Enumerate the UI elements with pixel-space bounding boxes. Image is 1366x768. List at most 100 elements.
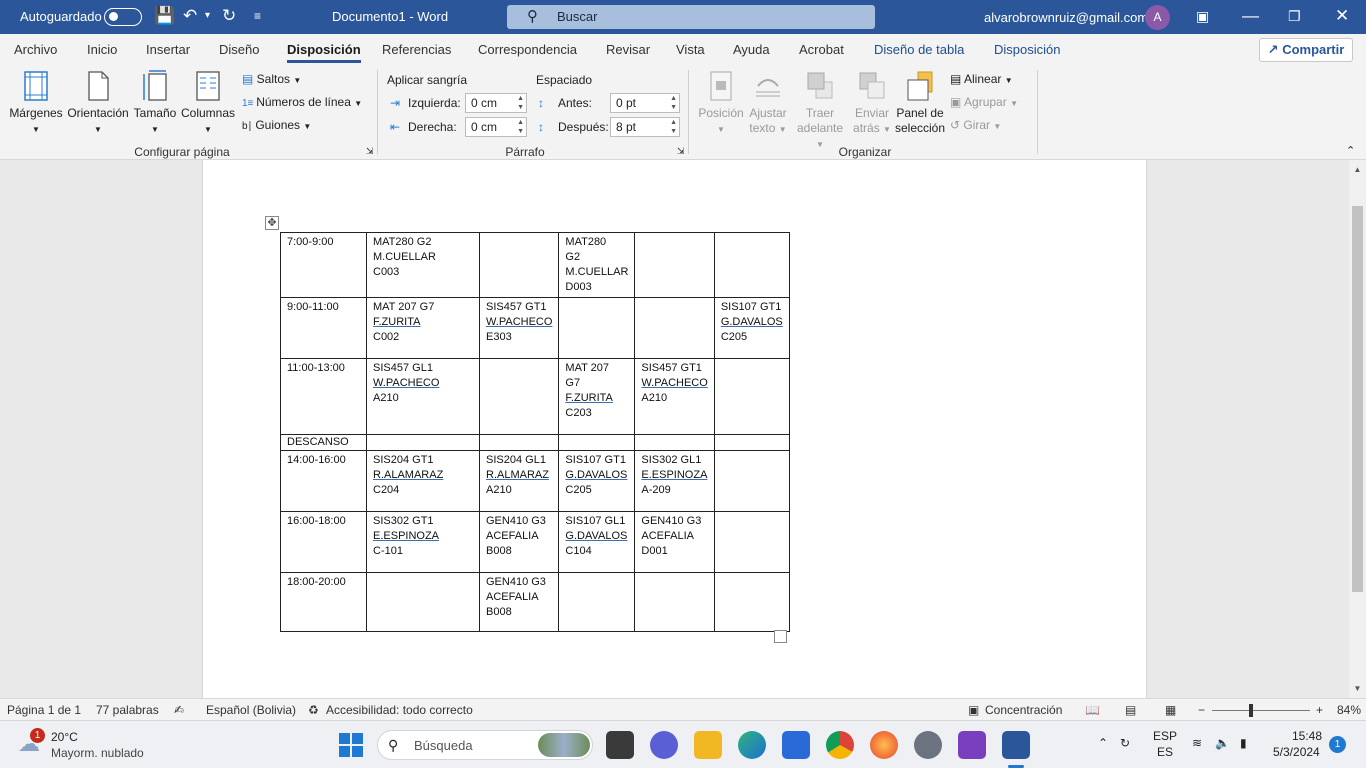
search-box[interactable]: ⚲ Buscar <box>507 5 875 29</box>
table-cell[interactable] <box>634 297 715 359</box>
table-cell[interactable]: GEN410 G3 ACEFALIA B008 <box>478 572 560 632</box>
position-button[interactable]: Posición ▼ <box>696 70 746 137</box>
table-cell[interactable] <box>713 511 790 573</box>
line-numbers-button[interactable]: 1≡ Números de línea ▼ <box>242 95 362 109</box>
scroll-up-icon[interactable]: ▲ <box>1352 165 1363 174</box>
tab-insertar[interactable]: Insertar <box>146 42 190 57</box>
table-cell[interactable] <box>713 434 790 451</box>
proofing-icon[interactable]: ✍ <box>174 703 184 717</box>
scroll-thumb[interactable] <box>1352 206 1363 592</box>
tab-inicio[interactable]: Inicio <box>87 42 117 57</box>
table-cell[interactable] <box>366 572 480 632</box>
table-cell[interactable]: SIS204 GT1 R.ALAMARAZ C204 <box>366 450 480 512</box>
redo-icon[interactable]: ↻ <box>222 6 236 26</box>
margins-button[interactable]: Márgenes ▼ <box>6 70 66 137</box>
table-cell[interactable] <box>713 572 790 632</box>
table-cell[interactable] <box>634 434 715 451</box>
breaks-button[interactable]: ▤ Saltos ▼ <box>242 72 301 86</box>
notification-badge[interactable]: 1 <box>1329 736 1346 753</box>
vertical-scrollbar[interactable]: ▲ ▼ <box>1349 160 1366 698</box>
account-email[interactable]: alvarobrownruiz@gmail.com <box>984 10 1148 25</box>
table-cell[interactable] <box>634 572 715 632</box>
restore-icon[interactable]: ❐ <box>1288 6 1301 26</box>
hyphenation-button[interactable]: b∣ Guiones ▼ <box>242 118 311 132</box>
indent-right-input[interactable]: 0 cm ▲ ▼ <box>465 117 527 137</box>
schedule-table[interactable]: 7:00-9:00 MAT280 G2 M.CUELLAR C003 MAT280 G… <box>280 232 790 632</box>
table-cell[interactable]: SIS457 GT1 W.PACHECO E303 <box>478 297 560 359</box>
table-cell[interactable]: SIS107 GL1 G.DAVALOS C104 <box>558 511 636 573</box>
visual-studio-icon[interactable] <box>958 731 986 759</box>
table-cell[interactable]: MAT 207 G7 F.ZURITA C203 <box>558 358 636 435</box>
read-mode-icon[interactable]: 📖 <box>1085 703 1100 717</box>
web-layout-icon[interactable]: ▦ <box>1165 703 1176 717</box>
print-layout-icon[interactable]: ▤ <box>1125 703 1136 717</box>
table-cell[interactable] <box>478 434 560 451</box>
table-cell[interactable]: 18:00-20:00 <box>280 572 367 632</box>
orientation-button[interactable]: Orientación ▼ <box>66 70 130 137</box>
volume-icon[interactable]: 🔈 <box>1215 736 1230 751</box>
table-cell[interactable]: 11:00-13:00 <box>280 358 367 435</box>
share-button[interactable]: ↗ Compartir <box>1259 38 1353 62</box>
table-cell[interactable]: SIS457 GL1 W.PACHECO A210 <box>366 358 480 435</box>
autosave-toggle[interactable] <box>104 8 142 26</box>
send-backward-button[interactable]: Enviar atrás ▼ <box>846 70 898 137</box>
table-cell[interactable] <box>366 434 480 451</box>
table-cell[interactable]: GEN410 G3 ACEFALIA B008 <box>478 511 560 573</box>
zoom-out-icon[interactable]: − <box>1198 703 1205 717</box>
word-icon[interactable] <box>1002 731 1030 759</box>
table-cell[interactable] <box>478 358 560 435</box>
zoom-slider-thumb[interactable] <box>1249 704 1253 717</box>
table-cell[interactable] <box>713 232 790 298</box>
table-cell[interactable]: MAT 207 G7 F.ZURITA C002 <box>366 297 480 359</box>
table-cell[interactable]: GEN410 G3 ACEFALIA D001 <box>634 511 715 573</box>
spacing-after-input[interactable]: 8 pt ▲ ▼ <box>610 117 680 137</box>
scroll-down-icon[interactable]: ▼ <box>1352 684 1363 693</box>
undo-dropdown-icon[interactable]: ▾ <box>205 6 210 26</box>
zoom-in-icon[interactable]: + <box>1316 703 1323 717</box>
page-count[interactable]: Página 1 de 1 <box>7 703 81 717</box>
tab-acrobat[interactable]: Acrobat <box>799 42 844 57</box>
tab-disposicion[interactable]: Disposición <box>287 42 361 63</box>
firefox-icon[interactable] <box>870 731 898 759</box>
table-cell[interactable]: SIS302 GL1 E.ESPINOZA A-209 <box>634 450 715 512</box>
tab-ayuda[interactable]: Ayuda <box>733 42 770 57</box>
table-cell[interactable]: DESCANSO <box>280 434 367 451</box>
teams-chat-icon[interactable] <box>650 731 678 759</box>
tab-vista[interactable]: Vista <box>676 42 705 57</box>
language[interactable]: Español (Bolivia) <box>206 703 296 717</box>
table-cell[interactable] <box>478 232 560 298</box>
weather-desc[interactable]: Mayorm. nublado <box>51 746 144 761</box>
avatar[interactable]: A <box>1145 5 1170 30</box>
tab-disposicion-tabla[interactable]: Disposición <box>994 42 1060 57</box>
bring-forward-button[interactable]: Traer adelante ▼ <box>792 70 848 152</box>
table-cell[interactable]: SIS204 GL1 R.ALMARAZ A210 <box>478 450 560 512</box>
table-cell[interactable]: 9:00-11:00 <box>280 297 367 359</box>
store-icon[interactable] <box>782 731 810 759</box>
edge-icon[interactable] <box>738 731 766 759</box>
taskbar-search[interactable]: ⚲ Búsqueda <box>377 730 593 760</box>
tab-revisar[interactable]: Revisar <box>606 42 650 57</box>
tab-diseno[interactable]: Diseño <box>219 42 259 57</box>
close-icon[interactable]: ✕ <box>1335 6 1349 26</box>
input-language-bottom[interactable]: ES <box>1157 745 1173 760</box>
save-icon[interactable]: 💾 <box>154 6 175 26</box>
columns-button[interactable]: Columnas ▼ <box>178 70 238 137</box>
paragraph-launcher-icon[interactable]: ⇲ <box>677 146 685 157</box>
wifi-icon[interactable]: ≋ <box>1192 736 1202 751</box>
focus-mode[interactable]: Concentración <box>985 703 1062 717</box>
tab-archivo[interactable]: Archivo <box>14 42 57 57</box>
input-language-top[interactable]: ESP <box>1153 729 1177 744</box>
spinner-icon[interactable]: ▲ ▼ <box>517 118 524 136</box>
table-cell[interactable] <box>713 450 790 512</box>
size-button[interactable]: Tamaño ▼ <box>132 70 178 137</box>
table-cell[interactable] <box>713 358 790 435</box>
table-cell[interactable] <box>634 232 715 298</box>
table-cell[interactable]: SIS457 GT1 W.PACHECO A210 <box>634 358 715 435</box>
settings-icon[interactable] <box>914 731 942 759</box>
spinner-icon[interactable]: ▲ ▼ <box>517 94 524 112</box>
weather-temp[interactable]: 20°C <box>51 730 78 745</box>
table-cell[interactable]: SIS107 GT1 G.DAVALOS C205 <box>558 450 636 512</box>
ribbon-display-icon[interactable]: ▣ <box>1196 6 1209 26</box>
word-count[interactable]: 77 palabras <box>96 703 159 717</box>
spacing-before-input[interactable]: 0 pt ▲ ▼ <box>610 93 680 113</box>
